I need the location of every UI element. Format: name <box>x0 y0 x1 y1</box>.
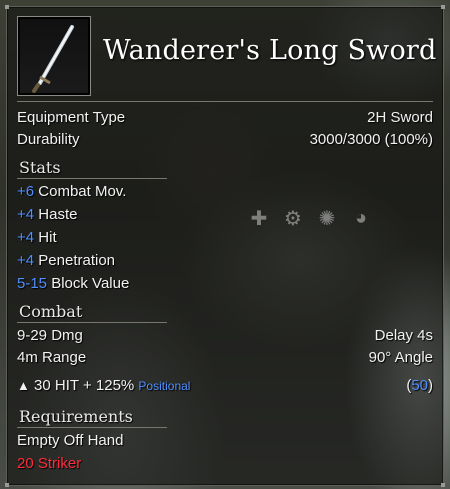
durability-value: 3000/3000 (100%) <box>309 131 433 148</box>
header-divider <box>17 101 433 102</box>
stats-header: Stats <box>19 158 61 177</box>
durability-label: Durability <box>17 131 80 148</box>
range-value: 4m Range <box>17 349 87 366</box>
item-name: Wanderer's Long Sword <box>103 35 437 66</box>
positional-label: Positional <box>138 379 191 393</box>
stat-label: Block Value <box>51 275 130 292</box>
stat-label: Haste <box>38 206 78 223</box>
arrow-up-icon: ▲ <box>17 378 30 393</box>
damage-value: 9-29 Dmg <box>17 327 83 344</box>
hit-text: 30 HIT + 125% <box>34 377 135 394</box>
stat-value: +4 <box>17 252 35 269</box>
tooltip-corner <box>5 483 9 487</box>
stats-divider <box>17 178 167 179</box>
action-icons: ✚ ⚙ ✺ ◕ <box>247 207 373 230</box>
tooltip-corner <box>441 5 445 9</box>
combat-divider <box>17 322 167 323</box>
requirements-header: Requirements <box>19 407 133 426</box>
globe-icon[interactable]: ◕ <box>349 207 373 229</box>
equipment-type-label: Equipment Type <box>17 109 126 126</box>
stat-label: Hit <box>38 229 57 246</box>
delay-value: Delay 4s <box>374 327 433 344</box>
angle-value: 90° Angle <box>368 349 433 366</box>
plus-icon[interactable]: ✚ <box>247 207 271 230</box>
stat-label: Combat Mov. <box>38 183 127 200</box>
cog-icon[interactable]: ✺ <box>315 207 339 230</box>
item-tooltip: Wanderer's Long Sword Equipment Type 2H … <box>5 5 445 487</box>
sword-icon <box>32 25 74 93</box>
requirements-divider <box>17 427 167 428</box>
class-requirement: 20 Striker <box>17 455 82 472</box>
equipment-type-value: 2H Sword <box>367 109 433 126</box>
offhand-requirement: Empty Off Hand <box>17 432 124 449</box>
stat-value: +4 <box>17 206 35 223</box>
stat-value: +4 <box>17 229 35 246</box>
stat-value: +6 <box>17 183 35 200</box>
combat-header: Combat <box>19 302 83 321</box>
stat-label: Penetration <box>38 252 116 269</box>
gear-icon[interactable]: ⚙ <box>281 207 305 230</box>
item-icon-slot[interactable] <box>17 16 91 96</box>
cost-value: 50 <box>411 377 428 394</box>
tooltip-corner <box>5 5 9 9</box>
stat-value: 5-15 <box>17 275 48 292</box>
tooltip-corner <box>441 483 445 487</box>
cost-paren-close: ) <box>428 377 433 394</box>
